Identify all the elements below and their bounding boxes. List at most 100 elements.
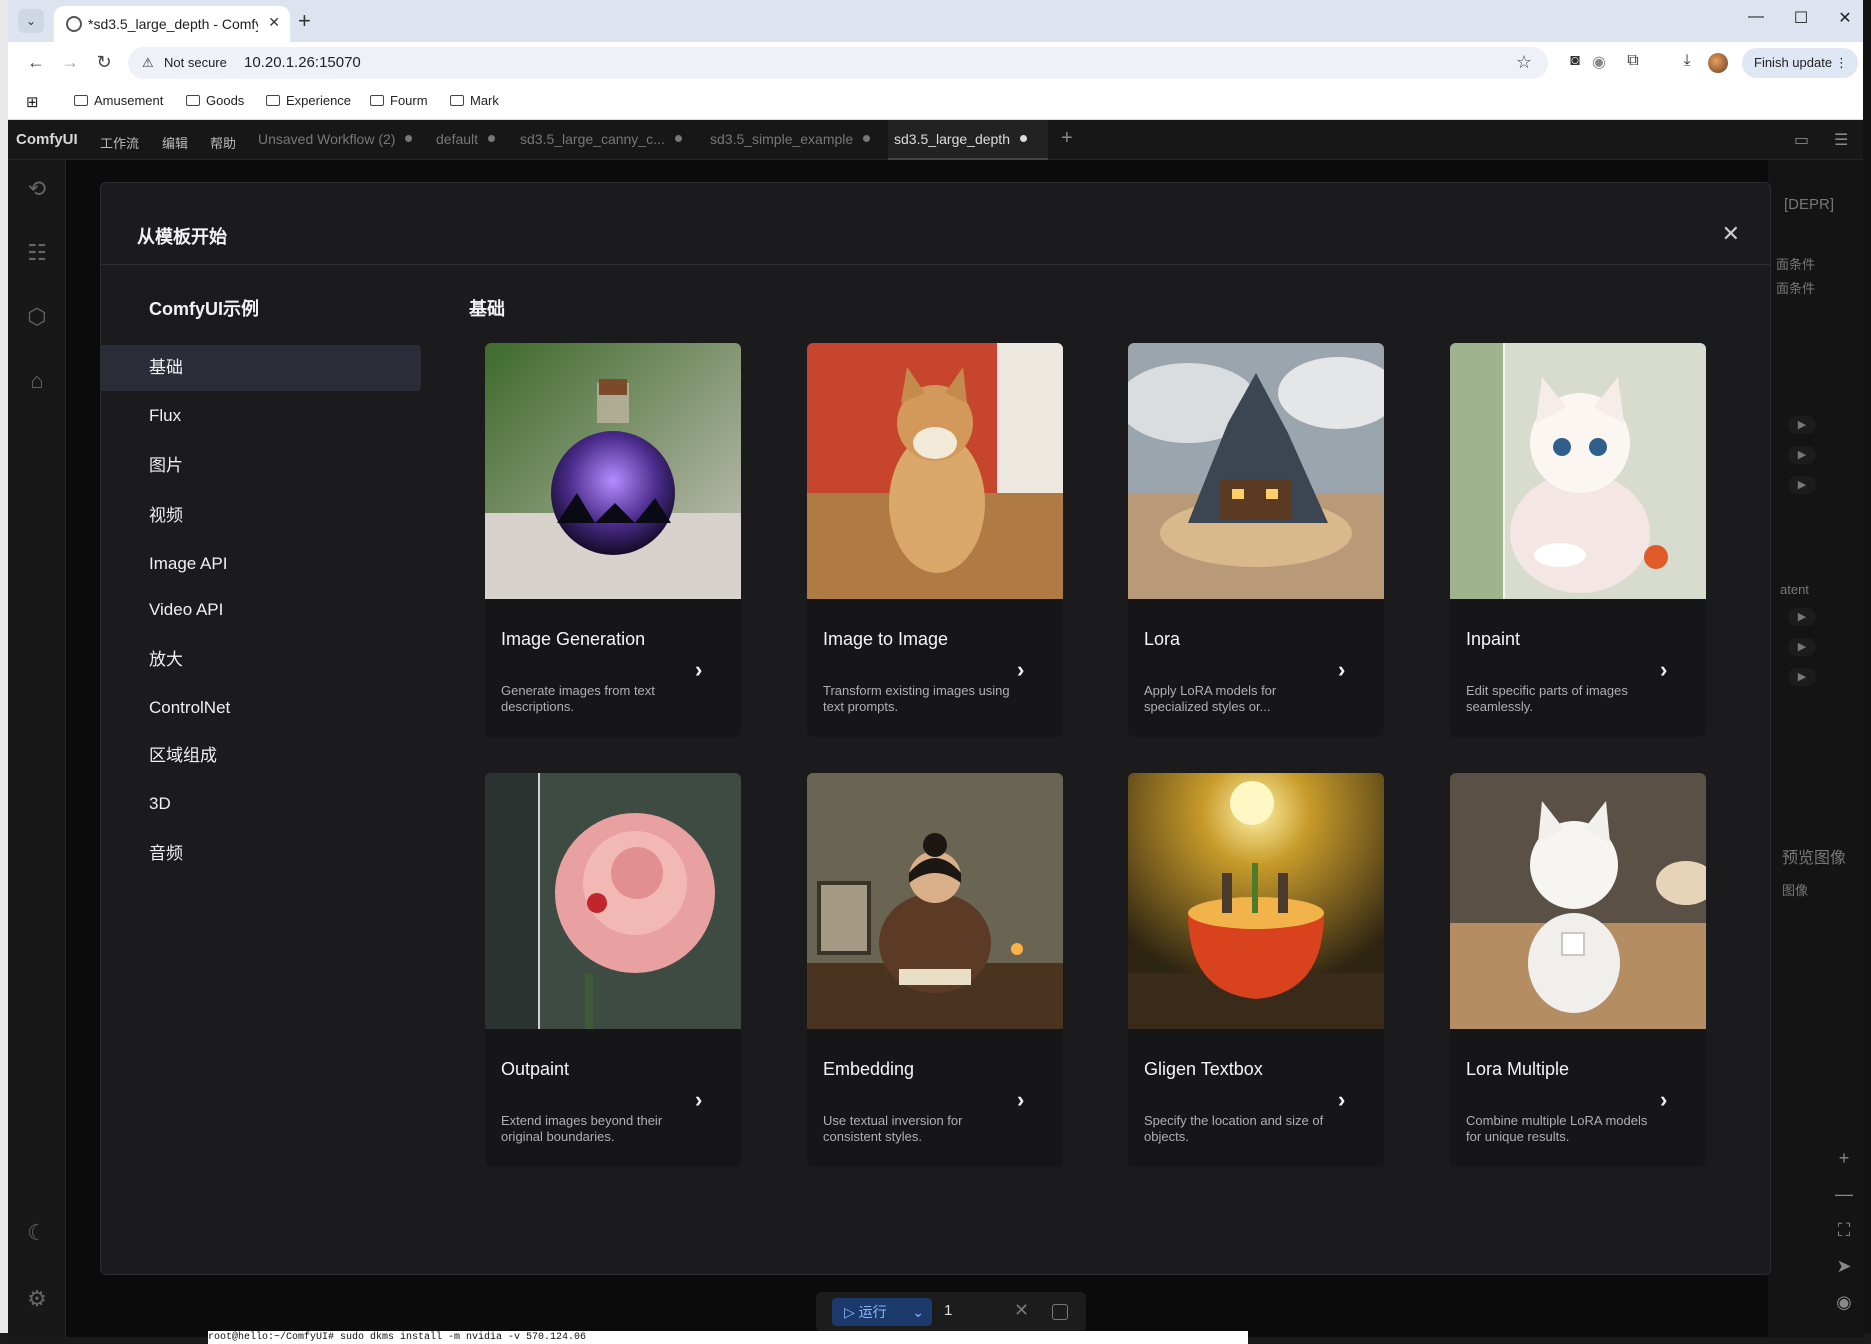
fit-view-icon[interactable]: ⛶ — [1832, 1220, 1856, 1241]
puzzle-icon[interactable]: ⧉ — [1622, 52, 1644, 70]
back-icon[interactable]: ← — [24, 52, 48, 73]
record-icon[interactable]: ◉ — [1588, 52, 1610, 72]
template-card-lora-multiple[interactable]: Lora Multiple › Combine multiple LoRA mo… — [1450, 773, 1706, 1167]
nav-item-controlnet[interactable]: ControlNet — [101, 685, 421, 731]
reload-icon[interactable]: ↻ — [92, 52, 116, 73]
tab-close-icon[interactable]: ✕ — [268, 14, 280, 31]
template-card-lora[interactable]: Lora › Apply LoRA models for specialized… — [1128, 343, 1384, 737]
maximize-button[interactable]: ☐ — [1786, 8, 1816, 28]
queue-history-icon[interactable]: ⟲ — [25, 176, 49, 202]
chevron-right-icon: › — [1660, 657, 1668, 682]
template-card-gligen-textbox[interactable]: Gligen Textbox › Specify the location an… — [1128, 773, 1384, 1167]
tab-strip: ⌄ *sd3.5_large_depth - ComfyUI ✕ + — ☐ ✕ — [8, 0, 1863, 42]
template-card-outpaint[interactable]: Outpaint › Extend images beyond their or… — [485, 773, 741, 1167]
bookmark-fourm[interactable]: Fourm — [370, 93, 428, 108]
bookmark-star-icon[interactable]: ☆ — [1516, 52, 1532, 73]
nav-item-basic[interactable]: 基础 — [101, 345, 421, 391]
unsaved-dot-icon — [674, 135, 682, 142]
workflow-tab-label: Unsaved Workflow (2) — [258, 131, 396, 147]
bookmark-amusement[interactable]: Amusement — [74, 93, 163, 108]
template-card-image-generation[interactable]: Image Generation › Generate images from … — [485, 343, 741, 737]
finish-update-button[interactable]: Finish update ⋮ — [1742, 48, 1858, 78]
settings-gear-icon[interactable]: ⚙ — [25, 1286, 49, 1312]
node-fragment: 面条件 — [1776, 281, 1816, 296]
workflow-tab[interactable]: Unsaved Workflow (2) — [258, 131, 413, 147]
node-play-icon[interactable]: ▶ — [1788, 416, 1816, 434]
close-icon[interactable]: ✕ — [1722, 221, 1740, 247]
nav-item-video[interactable]: 视频 — [101, 493, 421, 539]
nav-item-3d[interactable]: 3D — [101, 781, 421, 827]
theme-moon-icon[interactable]: ☾ — [25, 1220, 49, 1246]
node-play-icon[interactable]: ▶ — [1788, 608, 1816, 626]
chevron-down-icon[interactable]: ⌄ — [912, 1298, 924, 1326]
nav-item-flux[interactable]: Flux — [101, 393, 421, 439]
zoom-out-icon[interactable]: — — [1832, 1184, 1856, 1205]
address-bar[interactable]: ⚠ Not secure 10.20.1.26:15070 ☆ — [128, 47, 1548, 79]
chevron-right-icon: › — [1338, 1087, 1346, 1112]
select-mode-icon[interactable]: ➤ — [1832, 1256, 1856, 1277]
menu-workflow[interactable]: 工作流 — [100, 133, 139, 152]
cancel-run-icon[interactable]: ✕ — [1014, 1300, 1029, 1321]
bookmark-mark[interactable]: Mark — [450, 93, 499, 108]
nav-title: ComfyUI示例 — [149, 299, 260, 319]
nav-item-video-api[interactable]: Video API — [101, 587, 421, 633]
nav-item-image-api[interactable]: Image API — [101, 541, 421, 587]
template-dialog: 从模板开始 ✕ ComfyUI示例 基础 Flux 图片 视频 Image AP… — [100, 182, 1771, 1275]
run-button[interactable]: ▷ 运行 ⌄ — [832, 1298, 932, 1326]
thumbnail-kitten-tea-image — [1450, 343, 1706, 599]
workflow-tab[interactable]: sd3.5_simple_example — [710, 131, 871, 147]
terminal-line: root@hello:~/ComfyUI# sudo dkms install … — [208, 1331, 1248, 1344]
new-tab-button[interactable]: + — [298, 8, 311, 34]
extension-icon[interactable]: ◙ — [1564, 52, 1586, 70]
browser-tab-active[interactable]: *sd3.5_large_depth - ComfyUI ✕ — [54, 6, 290, 42]
workflow-tab-label: sd3.5_large_canny_c... — [520, 131, 665, 147]
tab-search-button[interactable]: ⌄ — [18, 9, 44, 33]
workflow-tab-active[interactable]: sd3.5_large_depth — [894, 131, 1027, 147]
thumbnail-rose-image — [485, 773, 741, 1029]
nav-item-image[interactable]: 图片 — [101, 443, 421, 489]
batch-count-input[interactable]: 1 — [944, 1302, 952, 1319]
model-library-icon[interactable]: ⬡ — [25, 304, 49, 330]
menu-help[interactable]: 帮助 — [210, 133, 236, 152]
node-play-icon[interactable]: ▶ — [1788, 476, 1816, 494]
workflow-tab[interactable]: default — [436, 131, 496, 147]
node-play-icon[interactable]: ▶ — [1788, 668, 1816, 686]
security-label[interactable]: Not secure — [164, 55, 227, 70]
close-window-button[interactable]: ✕ — [1830, 8, 1860, 28]
desktop-left-edge — [0, 0, 8, 1344]
node-library-icon[interactable]: ☷ — [25, 240, 49, 266]
node-play-icon[interactable]: ▶ — [1788, 638, 1816, 656]
card-description: Generate images from text descriptions. — [501, 683, 655, 714]
visibility-eye-icon[interactable]: ◉ — [1832, 1292, 1856, 1313]
forward-icon[interactable]: → — [58, 52, 82, 73]
apps-grid-icon[interactable]: ⊞ — [26, 93, 39, 111]
add-workflow-button[interactable]: + — [1061, 127, 1073, 150]
workflows-folder-icon[interactable]: ⌂ — [25, 368, 49, 394]
thumbnail-ceramic-cat-image — [1450, 773, 1706, 1029]
bookmark-experience[interactable]: Experience — [266, 93, 351, 108]
download-icon[interactable]: ⤓ — [1676, 52, 1698, 70]
stop-queue-icon[interactable] — [1052, 1304, 1068, 1320]
profile-avatar[interactable] — [1708, 53, 1728, 73]
url-text[interactable]: 10.20.1.26:15070 — [244, 54, 361, 71]
template-card-image-to-image[interactable]: Image to Image › Transform existing imag… — [807, 343, 1063, 737]
menu-hamburger-icon[interactable]: ☰ — [1834, 130, 1848, 150]
zoom-in-icon[interactable]: + — [1832, 1148, 1856, 1169]
nav-item-audio[interactable]: 音频 — [101, 831, 421, 877]
comfy-logo[interactable]: ComfyUI — [16, 131, 78, 148]
menu-edit[interactable]: 编辑 — [162, 133, 188, 152]
nav-item-area-composition[interactable]: 区域组成 — [101, 733, 421, 779]
panel-toggle-icon[interactable]: ▭ — [1794, 130, 1809, 150]
bookmark-goods[interactable]: Goods — [186, 93, 244, 108]
card-description: Use textual inversion for consistent sty… — [823, 1113, 963, 1144]
template-card-embedding[interactable]: Embedding › Use textual inversion for co… — [807, 773, 1063, 1167]
template-card-inpaint[interactable]: Inpaint › Edit specific parts of images … — [1450, 343, 1706, 737]
node-play-icon[interactable]: ▶ — [1788, 446, 1816, 464]
browser-toolbar: ← → ↻ ⚠ Not secure 10.20.1.26:15070 ☆ ◙ … — [8, 42, 1863, 84]
minimize-button[interactable]: — — [1741, 8, 1771, 26]
workflow-tab[interactable]: sd3.5_large_canny_c... — [520, 131, 682, 147]
card-description: Apply LoRA models for specialized styles… — [1144, 683, 1277, 714]
node-fragment: 面条件 — [1776, 257, 1816, 272]
nav-item-upscale[interactable]: 放大 — [101, 637, 421, 683]
unsaved-dot-icon — [488, 135, 496, 142]
